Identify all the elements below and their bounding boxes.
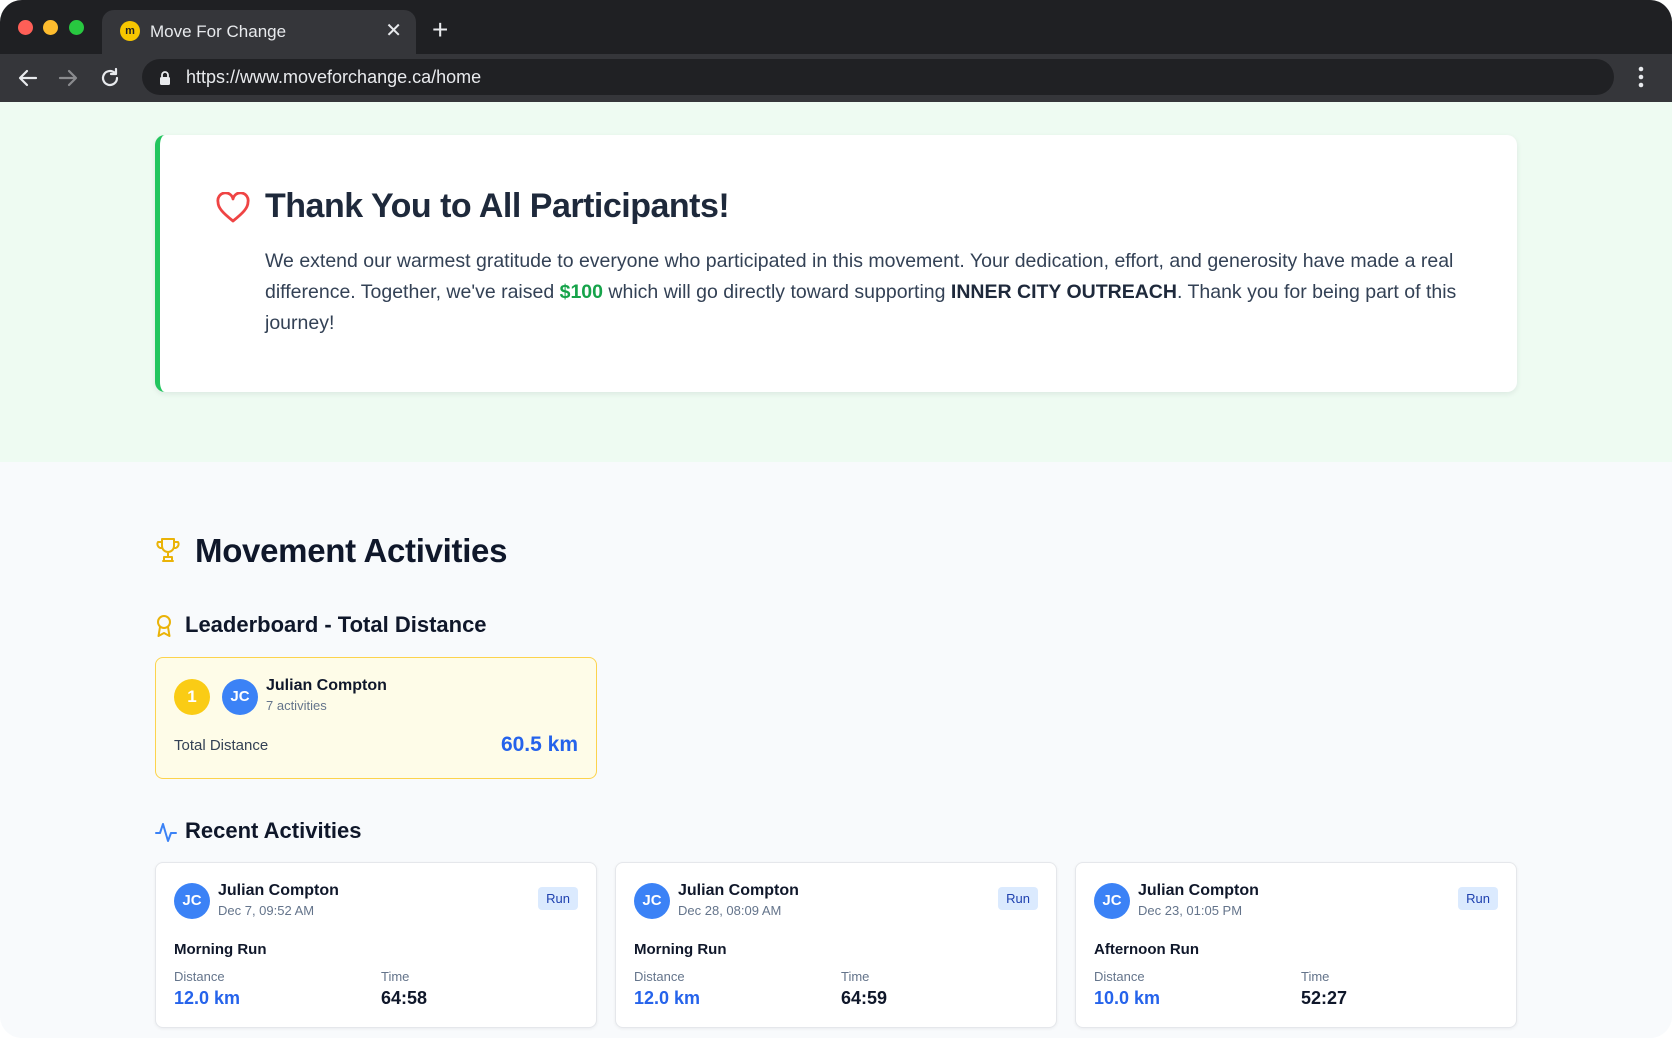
participant-name: Julian Compton bbox=[218, 882, 339, 899]
close-window-button[interactable] bbox=[18, 20, 33, 35]
browser-toolbar: https://www.moveforchange.ca/home bbox=[0, 54, 1672, 102]
leaderboard-entry[interactable]: 1 JC Julian Compton 7 activities Total D… bbox=[155, 657, 597, 779]
reload-icon bbox=[101, 67, 119, 87]
total-distance-label: Total Distance bbox=[174, 737, 269, 754]
activity-pulse-icon bbox=[155, 823, 177, 842]
thanks-message: We extend our warmest gratitude to every… bbox=[265, 246, 1465, 339]
leaderboard-title: Leaderboard - Total Distance bbox=[185, 612, 487, 637]
tab-close-icon[interactable]: ✕ bbox=[385, 20, 402, 42]
distance-label: Distance bbox=[174, 969, 225, 984]
browser-menu-button[interactable] bbox=[1638, 66, 1644, 93]
recent-activities-title: Recent Activities bbox=[185, 818, 362, 843]
avatar: JC bbox=[174, 883, 210, 919]
thanks-card: Thank You to All Participants! We extend… bbox=[155, 135, 1517, 392]
heart-icon bbox=[216, 192, 250, 223]
favicon-icon: m bbox=[120, 21, 140, 41]
activities-title: Movement Activities bbox=[195, 532, 508, 569]
activity-card[interactable]: JC Julian Compton Dec 7, 09:52 AM Run Mo… bbox=[155, 862, 597, 1028]
trophy-icon bbox=[156, 538, 180, 562]
forward-button[interactable] bbox=[54, 64, 82, 92]
browser-window: m Move For Change ✕ + https://www.movefo… bbox=[0, 0, 1672, 1038]
arrow-left-icon bbox=[18, 69, 38, 87]
activity-card[interactable]: JC Julian Compton Dec 28, 08:09 AM Run M… bbox=[615, 862, 1057, 1028]
browser-tab[interactable]: m Move For Change ✕ bbox=[102, 10, 416, 54]
distance-value: 12.0 km bbox=[634, 988, 701, 1008]
participant-name: Julian Compton bbox=[266, 677, 387, 694]
activity-date: Dec 7, 09:52 AM bbox=[218, 903, 315, 918]
minimize-window-button[interactable] bbox=[43, 20, 58, 35]
rank-badge: 1 bbox=[174, 679, 210, 715]
avatar: JC bbox=[1094, 883, 1130, 919]
time-label: Time bbox=[381, 969, 410, 984]
tab-title: Move For Change bbox=[150, 22, 287, 41]
time-value: 52:27 bbox=[1301, 988, 1348, 1008]
new-tab-button[interactable]: + bbox=[432, 16, 448, 44]
activity-date: Dec 28, 08:09 AM bbox=[678, 903, 782, 918]
avatar: JC bbox=[222, 679, 258, 715]
arrow-right-icon bbox=[58, 69, 78, 87]
participant-name: Julian Compton bbox=[678, 882, 799, 899]
distance-label: Distance bbox=[1094, 969, 1145, 984]
activity-title: Morning Run bbox=[634, 941, 727, 958]
activity-date: Dec 23, 01:05 PM bbox=[1138, 903, 1243, 918]
address-bar[interactable]: https://www.moveforchange.ca/home bbox=[142, 59, 1614, 95]
total-distance-value: 60.5 km bbox=[500, 733, 578, 756]
activity-card[interactable]: JC Julian Compton Dec 23, 01:05 PM Run A… bbox=[1075, 862, 1517, 1028]
participant-name: Julian Compton bbox=[1138, 882, 1259, 899]
maximize-window-button[interactable] bbox=[69, 20, 84, 35]
avatar: JC bbox=[634, 883, 670, 919]
activity-count: 7 activities bbox=[266, 698, 327, 713]
time-value: 64:59 bbox=[841, 988, 888, 1008]
tab-bar: m Move For Change ✕ + bbox=[0, 0, 1672, 54]
award-icon bbox=[157, 615, 171, 637]
thanks-message-part2: which will go directly toward supporting bbox=[603, 281, 951, 303]
time-label: Time bbox=[1301, 969, 1330, 984]
activity-type-badge: Run bbox=[1458, 887, 1498, 910]
thanks-section: Thank You to All Participants! We extend… bbox=[0, 102, 1672, 462]
activity-type-badge: Run bbox=[538, 887, 578, 910]
activity-title: Morning Run bbox=[174, 941, 267, 958]
amount-raised: $100 bbox=[559, 281, 603, 303]
time-value: 64:58 bbox=[381, 988, 428, 1008]
thanks-title: Thank You to All Participants! bbox=[265, 187, 730, 225]
distance-label: Distance bbox=[634, 969, 685, 984]
distance-value: 10.0 km bbox=[1094, 988, 1161, 1008]
url-text: https://www.moveforchange.ca/home bbox=[186, 67, 482, 87]
reload-button[interactable] bbox=[96, 64, 124, 92]
time-label: Time bbox=[841, 969, 870, 984]
more-vertical-icon bbox=[1638, 66, 1644, 88]
back-button[interactable] bbox=[14, 64, 42, 92]
activity-title: Afternoon Run bbox=[1094, 941, 1199, 958]
organization-name: INNER CITY OUTREACH bbox=[950, 281, 1177, 303]
lock-icon bbox=[160, 71, 170, 85]
activity-type-badge: Run bbox=[998, 887, 1038, 910]
distance-value: 12.0 km bbox=[174, 988, 241, 1008]
page-content: Thank You to All Participants! We extend… bbox=[0, 102, 1672, 1038]
